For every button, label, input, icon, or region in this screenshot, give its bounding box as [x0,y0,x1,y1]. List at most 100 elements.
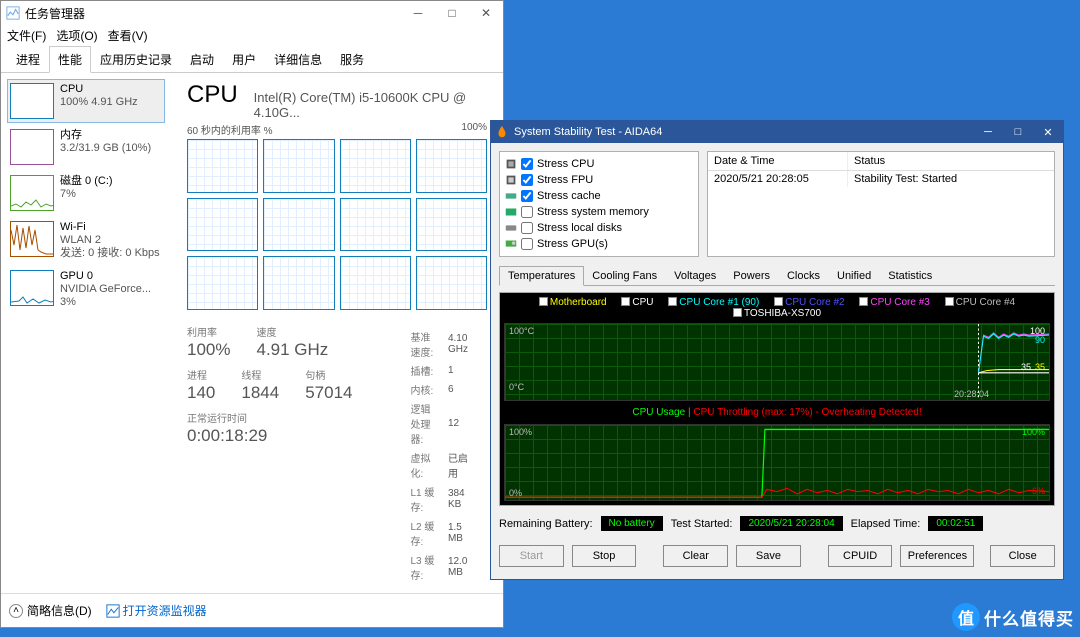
cpu-chart-cell [263,256,334,310]
fewer-details-button[interactable]: ˄ 简略信息(D) [9,602,92,619]
wifi-name: Wi-Fi [60,221,160,234]
status-bar: Remaining Battery: No battery Test Start… [499,512,1055,535]
cpu-chart-cell [263,139,334,193]
disk-sub: 7% [60,188,113,201]
menu-file[interactable]: 文件(F) [7,27,46,44]
tab-users[interactable]: 用户 [223,46,265,73]
log-hdr-status[interactable]: Status [848,152,891,170]
tm-footer: ˄ 简略信息(D) 打开资源监视器 [1,593,503,627]
start-label: Test Started: [671,518,733,530]
cpu-spec-table: 基准速度:4.10 GHz 插槽:1 内核:6 逻辑处理器:12 虚拟化:已启用… [408,326,487,585]
legend-cpu-checkbox[interactable]: ✓ [621,297,630,306]
cpu-chart-cell [340,256,411,310]
uptime-value: 0:00:18:29 [187,425,378,447]
tm-sidebar: CPU 100% 4.91 GHz 内存 3.2/31.9 GB (10%) 磁… [1,73,171,593]
legend-c1-checkbox[interactable]: ✓ [668,297,677,306]
tab-temperatures[interactable]: Temperatures [499,266,584,286]
cpu-chart-cell [263,198,334,252]
resource-monitor-icon [106,604,120,618]
sidebar-wifi[interactable]: Wi-Fi WLAN 2 发送: 0 接收: 0 Kbps [7,217,165,264]
tab-voltages[interactable]: Voltages [665,266,725,286]
start-button[interactable]: Start [499,545,564,567]
proc-value: 140 [187,382,215,404]
minimize-button[interactable]: ─ [401,1,435,25]
close-button[interactable]: ✕ [1033,121,1063,143]
threads-value: 1844 [241,382,279,404]
clear-button[interactable]: Clear [663,545,728,567]
stress-memory-checkbox[interactable] [521,206,533,218]
wifi-sparkline [10,221,54,257]
stress-fpu-checkbox[interactable] [521,174,533,186]
tab-clocks[interactable]: Clocks [778,266,829,286]
tab-details[interactable]: 详细信息 [265,46,331,73]
tab-services[interactable]: 服务 [331,46,373,73]
log-hdr-datetime[interactable]: Date & Time [708,152,848,170]
cpu-chart-cell [416,256,487,310]
memory-name: 内存 [60,129,151,142]
log-row[interactable]: 2020/5/21 20:28:05 Stability Test: Start… [708,171,1054,187]
temperature-chart: 100°C 0°C 20:28:04 100 90 35 35 [504,323,1050,401]
maximize-button[interactable]: □ [1003,121,1033,143]
legend-ssd-checkbox[interactable]: ✓ [733,308,742,317]
button-row: Start Stop Clear Save CPUID Preferences … [499,541,1055,571]
elapsed-value: 00:02:51 [928,516,983,531]
minimize-button[interactable]: ─ [973,121,1003,143]
stress-cpu-checkbox[interactable] [521,158,533,170]
sidebar-memory[interactable]: 内存 3.2/31.9 GB (10%) [7,125,165,169]
save-button[interactable]: Save [736,545,801,567]
util-value: 100% [187,339,230,361]
maximize-button[interactable]: □ [435,1,469,25]
usage-chart-title: CPU Usage | CPU Throttling (max: 17%) - … [504,405,1050,420]
stress-panel: Stress CPU Stress FPU Stress cache Stres… [499,151,699,257]
cpuid-button[interactable]: CPUID [828,545,893,567]
cpu-sparkline [10,83,54,119]
tm-titlebar[interactable]: 任务管理器 ─ □ ✕ [1,1,503,25]
tab-processes[interactable]: 进程 [7,46,49,73]
tab-app-history[interactable]: 应用历史记录 [91,46,181,73]
disk-icon [504,221,518,235]
stress-cache-checkbox[interactable] [521,190,533,202]
speed-label: 速度 [256,324,328,339]
tab-fans[interactable]: Cooling Fans [583,266,666,286]
chevron-up-icon: ˄ [9,604,23,618]
speed-value: 4.91 GHz [256,339,328,361]
aida-title: System Stability Test - AIDA64 [514,126,973,138]
handles-label: 句柄 [305,367,352,382]
gpu-sub2: 3% [60,296,151,309]
sidebar-gpu[interactable]: GPU 0 NVIDIA GeForce... 3% [7,266,165,313]
tab-startup[interactable]: 启动 [181,46,223,73]
open-resource-monitor-link[interactable]: 打开资源监视器 [106,602,207,619]
cpu-chart-cell [416,139,487,193]
legend-c4-checkbox[interactable]: ✓ [945,297,954,306]
preferences-button[interactable]: Preferences [900,545,974,567]
aida-tabs: Temperatures Cooling Fans Voltages Power… [499,265,1055,286]
stress-disk-checkbox[interactable] [521,222,533,234]
chart-label: 60 秒内的利用率 % [187,122,273,137]
cpu-model: Intel(R) Core(TM) i5-10600K CPU @ 4.10G.… [254,90,487,120]
task-manager-icon [6,6,20,20]
menu-options[interactable]: 选项(O) [56,27,97,44]
close-button[interactable]: ✕ [469,1,503,25]
cpu-chart-cell [187,198,258,252]
legend-mb-checkbox[interactable]: ✓ [539,297,548,306]
stress-gpu-checkbox[interactable] [521,238,533,250]
tab-performance[interactable]: 性能 [49,46,91,73]
menu-view[interactable]: 查看(V) [108,27,148,44]
close-button[interactable]: Close [990,545,1055,567]
aida-titlebar[interactable]: System Stability Test - AIDA64 ─ □ ✕ [491,121,1063,143]
temp-legend: ✓Motherboard ✓CPU ✓CPU Core #1 (90) ✓CPU… [504,297,1050,319]
legend-c3-checkbox[interactable]: ✓ [859,297,868,306]
handles-value: 57014 [305,382,352,404]
tab-statistics[interactable]: Statistics [879,266,941,286]
sidebar-disk[interactable]: 磁盘 0 (C:) 7% [7,171,165,215]
watermark-text: 什么值得买 [984,605,1074,630]
tab-powers[interactable]: Powers [724,266,779,286]
legend-c2-checkbox[interactable]: ✓ [774,297,783,306]
gpu-sub1: NVIDIA GeForce... [60,283,151,296]
aida64-window: System Stability Test - AIDA64 ─ □ ✕ Str… [490,120,1064,580]
stop-button[interactable]: Stop [572,545,637,567]
start-value: 2020/5/21 20:28:04 [740,516,842,531]
disk-sparkline [10,175,54,211]
sidebar-cpu[interactable]: CPU 100% 4.91 GHz [7,79,165,123]
tab-unified[interactable]: Unified [828,266,880,286]
